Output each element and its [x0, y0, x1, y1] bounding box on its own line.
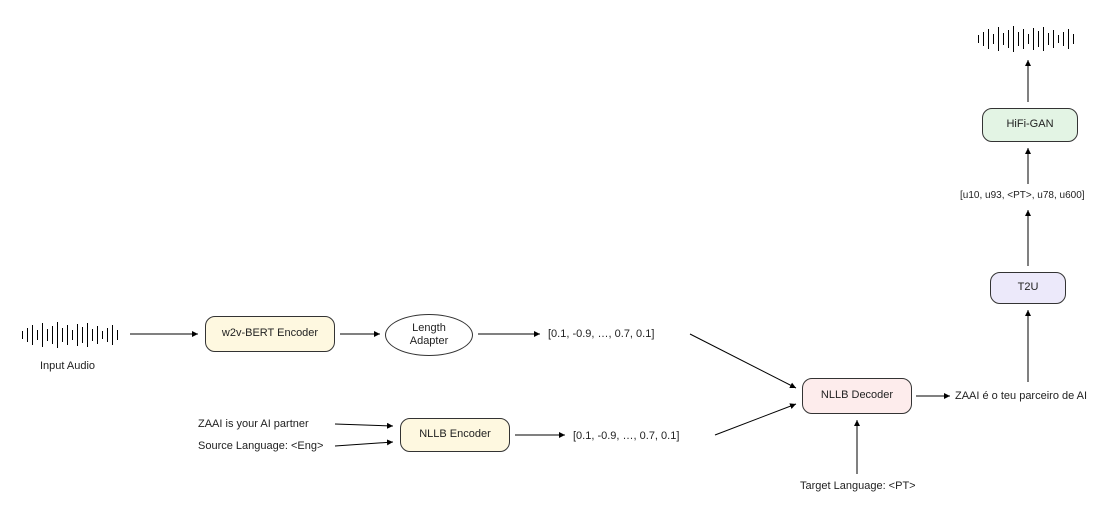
w2v-bert-encoder-label: w2v-BERT Encoder — [222, 327, 318, 340]
nllb-encoder-node: NLLB Encoder — [400, 418, 510, 452]
hifigan-node: HiFi-GAN — [982, 108, 1078, 142]
hifigan-label: HiFi-GAN — [1006, 118, 1053, 131]
vector-bottom-label: [0.1, -0.9, …, 0.7, 0.1] — [573, 430, 679, 442]
nllb-decoder-label: NLLB Decoder — [821, 389, 893, 402]
length-adapter-node: Length Adapter — [385, 314, 473, 356]
nllb-decoder-node: NLLB Decoder — [802, 378, 912, 414]
length-adapter-label: Length Adapter — [410, 322, 449, 348]
nllb-encoder-label: NLLB Encoder — [419, 428, 491, 441]
text-input-label: ZAAI is your AI partner — [198, 418, 309, 430]
w2v-bert-encoder-node: w2v-BERT Encoder — [205, 316, 335, 352]
arrows-layer — [0, 0, 1120, 522]
input-audio-label: Input Audio — [40, 360, 95, 372]
t2u-label: T2U — [1018, 281, 1039, 294]
decoded-text-label: ZAAI é o teu parceiro de AI — [955, 390, 1087, 402]
output-audio-icon — [978, 26, 1074, 52]
diagram-stage: Input Audio w2v-BERT Encoder Length Adap… — [0, 0, 1120, 522]
source-language-label: Source Language: <Eng> — [198, 440, 323, 452]
units-label: [u10, u93, <PT>, u78, u600] — [960, 190, 1085, 201]
t2u-node: T2U — [990, 272, 1066, 304]
input-audio-icon — [22, 322, 118, 348]
target-language-label: Target Language: <PT> — [800, 480, 916, 492]
vector-top-label: [0.1, -0.9, …, 0.7, 0.1] — [548, 328, 654, 340]
